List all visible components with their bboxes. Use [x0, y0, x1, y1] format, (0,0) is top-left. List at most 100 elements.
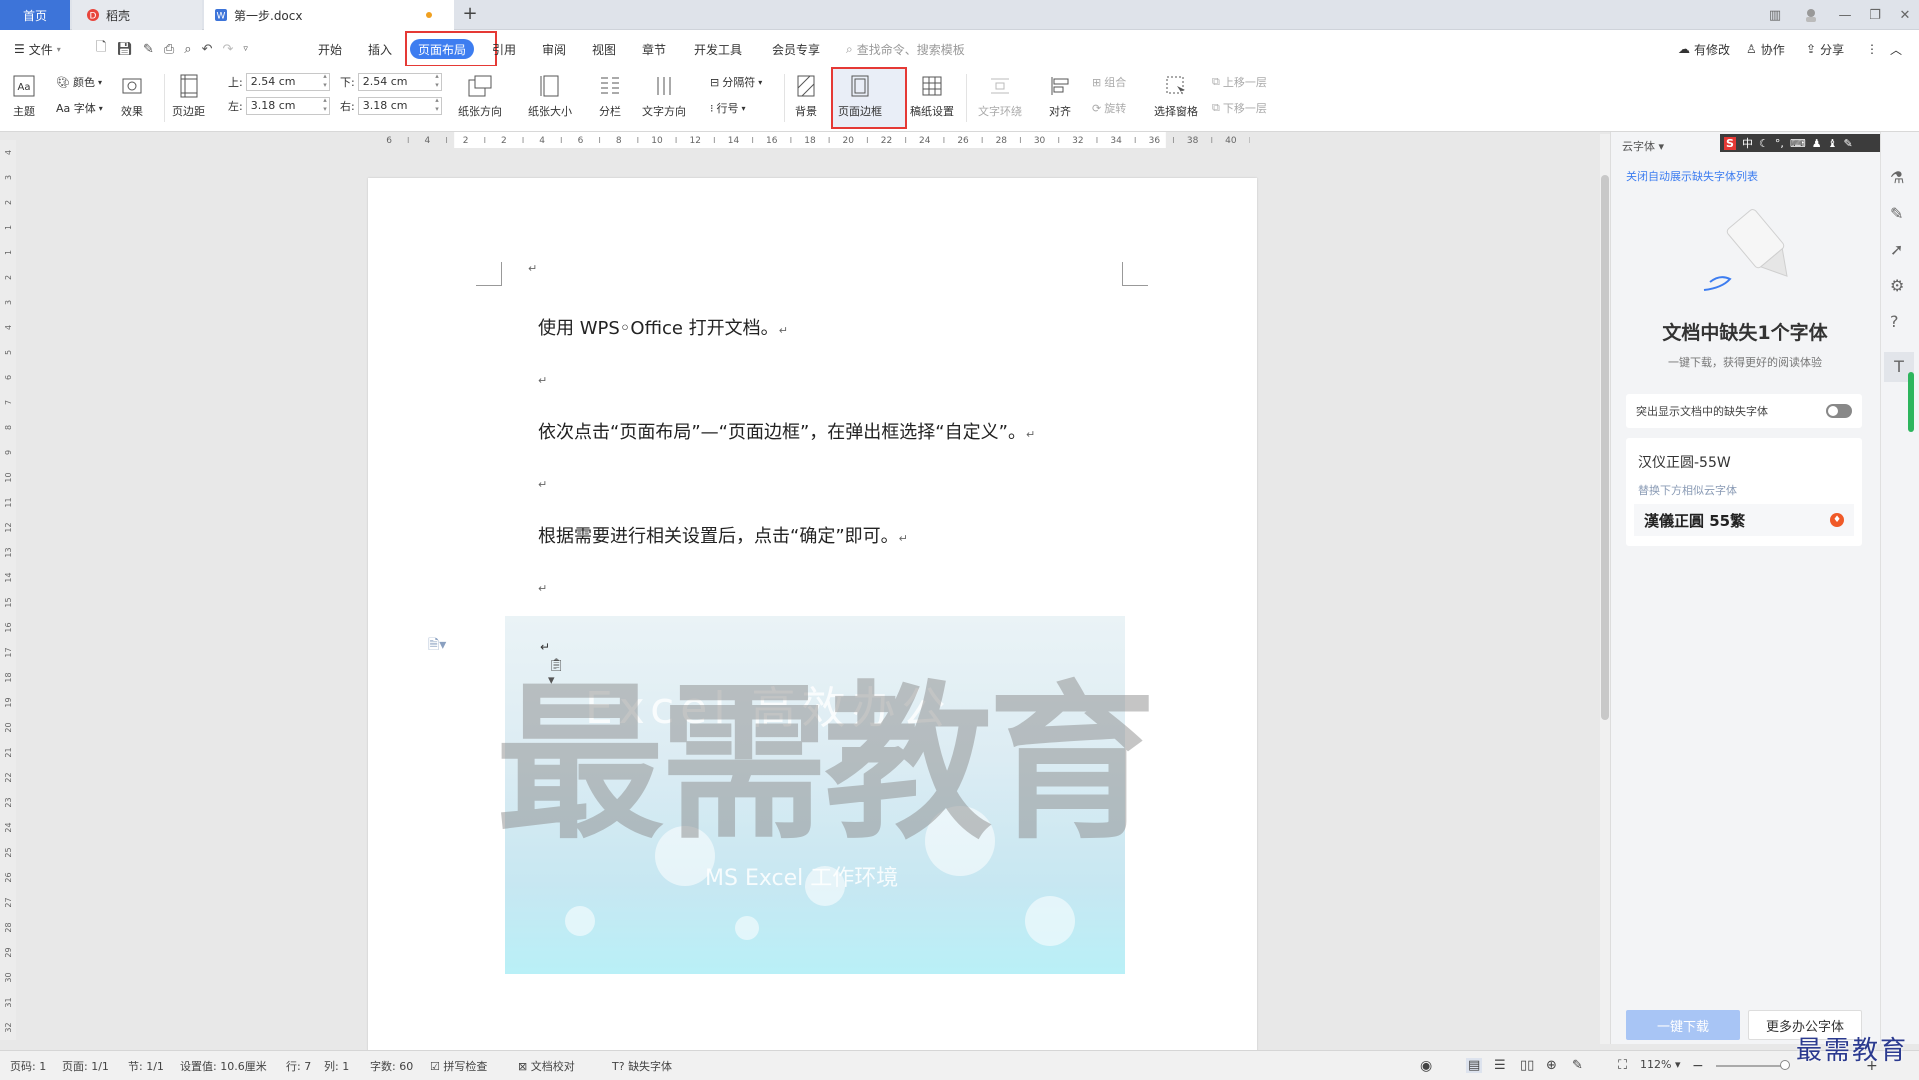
spell-check-button[interactable]: ☑ 拼写检查: [430, 1058, 487, 1074]
status-row[interactable]: 行: 7: [286, 1058, 311, 1074]
reading-view-icon[interactable]: ▯▯: [1520, 1058, 1534, 1073]
margins-button[interactable]: 页边距: [172, 72, 205, 119]
doc-proof-button[interactable]: ⊠ 文档校对: [518, 1058, 575, 1074]
customize-qat-icon[interactable]: ▿: [243, 44, 248, 54]
web-view-icon[interactable]: ⊕: [1546, 1058, 1557, 1073]
select-cursor-icon[interactable]: ➚: [1890, 240, 1903, 259]
paragraph-1[interactable]: 使用 WPS◦Office 打开文档。↵: [538, 314, 788, 340]
zoom-slider-handle[interactable]: [1780, 1060, 1790, 1070]
align-button[interactable]: 对齐: [1046, 72, 1074, 119]
theme-button[interactable]: Aa 主题: [10, 72, 38, 119]
manuscript-button[interactable]: 稿纸设置: [910, 72, 954, 119]
undo-icon[interactable]: ↶: [202, 42, 213, 57]
close-icon[interactable]: ✕: [1894, 4, 1916, 26]
text-wrap-button[interactable]: 文字环绕: [978, 72, 1022, 119]
text-direction-label: 文字方向: [642, 105, 686, 118]
minimize-icon[interactable]: —: [1834, 4, 1856, 26]
ruler-v-label: 3: [4, 300, 13, 305]
status-section[interactable]: 节: 1/1: [128, 1058, 164, 1074]
share-button[interactable]: ⇪ 分享: [1806, 38, 1844, 60]
paper-size-button[interactable]: 纸张大小: [528, 72, 572, 119]
highlight-missing-toggle[interactable]: [1826, 404, 1852, 418]
zoom-level[interactable]: 112% ▾: [1640, 1058, 1680, 1071]
page-border-button[interactable]: 页面边框: [838, 72, 882, 119]
orientation-button[interactable]: 纸张方向: [458, 72, 502, 119]
tab-developer[interactable]: 开发工具: [694, 38, 742, 60]
zoom-out-icon[interactable]: −: [1692, 1058, 1704, 1074]
status-column[interactable]: 列: 1: [324, 1058, 349, 1074]
command-search[interactable]: ⌕ 查找命令、搜索模板: [846, 38, 965, 60]
help-icon[interactable]: ?: [1890, 312, 1899, 331]
tab-document[interactable]: W 第一步.docx: [204, 0, 454, 30]
new-tab-button[interactable]: +: [458, 4, 482, 26]
close-auto-show-link[interactable]: 关闭自动展示缺失字体列表: [1626, 168, 1758, 184]
layout-options-icon[interactable]: 🗎︎▾: [428, 634, 446, 658]
selection-pane-button[interactable]: 选择窗格: [1154, 72, 1198, 119]
right-margin-input[interactable]: 3.18 cm: [357, 96, 442, 115]
magic-icon[interactable]: ⚗: [1890, 168, 1904, 187]
top-margin-input[interactable]: 2.54 cm: [245, 72, 330, 91]
group-button[interactable]: ⊞ 组合: [1092, 72, 1126, 92]
tab-home[interactable]: 首页: [0, 0, 70, 30]
missing-font-button[interactable]: T? 缺失字体: [612, 1058, 672, 1074]
rotate-button[interactable]: ⟳ 旋转: [1092, 98, 1126, 118]
layout-icon[interactable]: ▥: [1764, 4, 1786, 26]
tab-start[interactable]: 开始: [318, 38, 342, 60]
new-file-icon[interactable]: 🗋: [96, 38, 106, 60]
collab-button[interactable]: ♙ 协作: [1746, 38, 1785, 60]
columns-button[interactable]: 分栏: [596, 72, 624, 119]
fit-page-icon[interactable]: ⛶: [1618, 1058, 1627, 1073]
vertical-ruler[interactable]: 4 3 2 1 1 2 3 4 5 6 7 8 9 10 11 12 13 14 15 16 17 18 19 20 21 22 2…: [0, 140, 16, 1040]
settings-sliders-icon[interactable]: ⚙: [1890, 276, 1904, 295]
bottom-margin-input[interactable]: 2.54 cm: [357, 72, 442, 91]
bring-forward-button[interactable]: ⧉ 上移一层: [1212, 72, 1267, 92]
tab-chapter[interactable]: 章节: [642, 38, 666, 60]
tab-member[interactable]: 会员专享: [772, 38, 820, 60]
tab-insert[interactable]: 插入: [368, 38, 392, 60]
more-icon[interactable]: ⋮: [1866, 38, 1878, 60]
left-margin-input[interactable]: 3.18 cm: [245, 96, 330, 115]
background-button[interactable]: 背景: [792, 72, 820, 119]
status-setting-value[interactable]: 设置值: 10.6厘米: [180, 1058, 267, 1074]
color-button[interactable]: 🎨︎ 颜色 ▾: [56, 72, 102, 92]
collapse-ribbon-icon[interactable]: ︿: [1890, 38, 1902, 60]
modified-label: 有修改: [1694, 42, 1731, 57]
panel-header[interactable]: 云字体 ▾: [1622, 138, 1664, 154]
separator-button[interactable]: ⊟ 分隔符 ▾: [710, 72, 762, 92]
edit-pen-icon[interactable]: ✎: [1890, 204, 1903, 223]
save-icon[interactable]: 💾︎: [116, 42, 133, 57]
status-page-code[interactable]: 页码: 1: [10, 1058, 46, 1074]
tab-reference[interactable]: 引用: [492, 38, 516, 60]
tab-review[interactable]: 审阅: [542, 38, 566, 60]
paragraph-2[interactable]: 依次点击“页面布局”—“页面边框”，在弹出框选择“自定义”。↵: [538, 418, 1035, 444]
scrollbar-thumb[interactable]: [1601, 175, 1609, 720]
print-preview-icon[interactable]: ⌕: [184, 42, 191, 57]
write-view-icon[interactable]: ✎: [1572, 1058, 1583, 1073]
horizontal-ruler[interactable]: 6 4 2 2 4 6 8 10 12 14 16 18 20 22 24 26 28 30 32 34 36 38 40: [370, 132, 1250, 148]
eye-protect-icon[interactable]: ◉: [1420, 1058, 1432, 1074]
outline-view-icon[interactable]: ☰: [1494, 1058, 1506, 1073]
restore-icon[interactable]: ❐: [1864, 4, 1886, 26]
redo-icon[interactable]: ↷: [222, 42, 233, 57]
send-backward-button[interactable]: ⧉ 下移一层: [1212, 98, 1267, 118]
effect-button[interactable]: 效果: [118, 72, 146, 119]
file-menu[interactable]: ☰ 文件 ▾: [14, 38, 61, 60]
tab-daoke[interactable]: D 稻壳: [72, 0, 202, 30]
print-icon[interactable]: ⎙: [164, 42, 174, 57]
format-painter-icon[interactable]: ✎: [143, 42, 154, 57]
download-all-button[interactable]: 一键下载: [1626, 1010, 1740, 1040]
status-word-count[interactable]: 字数: 60: [370, 1058, 413, 1074]
modified-button[interactable]: ☁ 有修改: [1678, 38, 1730, 60]
line-number-button[interactable]: ⁝ 行号 ▾: [710, 98, 746, 118]
avatar[interactable]: [1800, 4, 1822, 26]
status-page[interactable]: 页面: 1/1: [62, 1058, 109, 1074]
text-direction-button[interactable]: 文字方向: [642, 72, 686, 119]
page-view-icon[interactable]: ▤: [1466, 1058, 1483, 1073]
font-label: Aa 字体: [56, 102, 96, 115]
tab-page-layout[interactable]: 页面布局: [410, 39, 474, 59]
paragraph-3[interactable]: 根据需要进行相关设置后，点击“确定”即可。↵: [538, 522, 908, 548]
replacement-font-item[interactable]: 漢儀正圓 55繁 ♦: [1634, 504, 1854, 536]
tab-view[interactable]: 视图: [592, 38, 616, 60]
zoom-slider-track[interactable]: [1716, 1065, 1788, 1067]
font-button[interactable]: Aa 字体 ▾: [56, 98, 103, 118]
